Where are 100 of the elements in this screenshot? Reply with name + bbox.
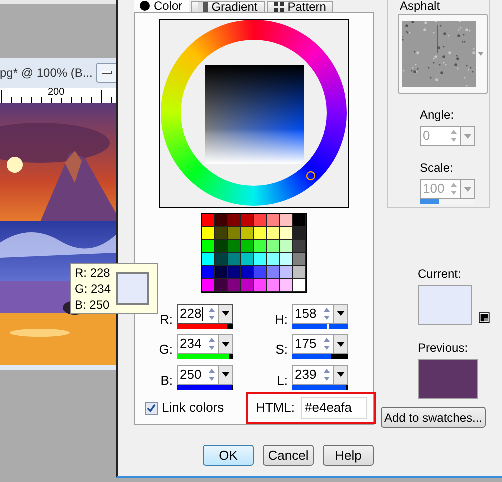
number-field[interactable]: 234 xyxy=(177,334,233,354)
caret-icon xyxy=(336,372,344,377)
color-swatch[interactable] xyxy=(254,214,267,226)
dialog-button[interactable]: Help xyxy=(323,445,374,466)
color-swatch[interactable] xyxy=(254,278,267,292)
saturation-square[interactable] xyxy=(205,65,304,164)
color-swatch[interactable] xyxy=(280,226,293,240)
color-swatch[interactable] xyxy=(241,214,254,226)
field-label: Angle: xyxy=(420,107,456,124)
color-swatch[interactable] xyxy=(202,266,215,278)
color-swatch[interactable] xyxy=(254,226,267,240)
color-slider[interactable] xyxy=(292,324,348,328)
color-swatch[interactable] xyxy=(228,226,241,240)
tooltip-text: B: 250 xyxy=(75,296,111,312)
color-swatch[interactable] xyxy=(241,240,254,252)
window-title: pg* @ 100% (B... xyxy=(0,65,93,82)
color-swatch[interactable] xyxy=(293,226,306,240)
color-swatch[interactable] xyxy=(267,226,280,240)
color-swatch[interactable] xyxy=(215,278,228,292)
color-swatch[interactable] xyxy=(241,278,254,292)
field-label: Current: xyxy=(418,266,462,283)
dropdown-button[interactable] xyxy=(218,366,232,384)
color-swatch[interactable] xyxy=(254,240,267,252)
color-swatch[interactable] xyxy=(267,252,280,266)
color-swatch[interactable] xyxy=(267,214,280,226)
dialog-button[interactable]: Cancel xyxy=(263,445,314,466)
color-swatch[interactable] xyxy=(228,214,241,226)
color-swatch[interactable] xyxy=(215,266,228,278)
caret-icon xyxy=(222,372,230,377)
pattern-dropdown[interactable] xyxy=(398,14,488,94)
tab[interactable]: Pattern xyxy=(266,1,334,12)
color-swatch[interactable] xyxy=(267,266,280,278)
number-field[interactable]: 158 xyxy=(292,304,348,324)
tab[interactable]: Gradient xyxy=(190,1,265,12)
color-swatch[interactable] xyxy=(228,240,241,252)
color-swatch[interactable] xyxy=(202,278,215,292)
color-swatch[interactable] xyxy=(280,240,293,252)
color-swatch[interactable] xyxy=(215,214,228,226)
dropdown-button[interactable] xyxy=(333,335,347,353)
tab[interactable]: Color xyxy=(134,0,189,12)
color-wheel[interactable] xyxy=(159,19,349,208)
add-to-swatches-button[interactable]: Add to swatches... xyxy=(381,407,486,428)
color-swatch[interactable] xyxy=(293,240,306,252)
hex-input-field[interactable]: #e4eafa xyxy=(301,397,367,419)
color-swatch[interactable] xyxy=(215,240,228,252)
color-swatch[interactable] xyxy=(228,252,241,266)
caret-icon xyxy=(336,311,344,316)
color-swatch[interactable] xyxy=(241,226,254,240)
color-swatch[interactable] xyxy=(280,214,293,226)
color-swatch[interactable] xyxy=(228,266,241,278)
checkbox[interactable] xyxy=(145,402,158,414)
number-field[interactable]: 250 xyxy=(177,364,233,384)
minimize-button[interactable] xyxy=(96,63,116,83)
dropdown-button[interactable] xyxy=(333,304,347,322)
color-swatch[interactable] xyxy=(293,266,306,278)
caret-icon xyxy=(222,342,230,346)
caret-icon xyxy=(222,311,230,316)
text-cursor xyxy=(202,306,203,320)
field-label: L: xyxy=(276,372,288,390)
color-swatch[interactable] xyxy=(293,252,306,266)
tooltip-text: R: 228 xyxy=(75,264,112,280)
color-swatch[interactable] xyxy=(267,278,280,292)
dropdown-button[interactable] xyxy=(333,366,347,384)
picker-ring-icon[interactable] xyxy=(306,171,316,181)
color-slider[interactable] xyxy=(292,354,348,359)
number-field[interactable]: 175 xyxy=(292,334,348,354)
dropdown-button[interactable] xyxy=(218,304,232,322)
checkmark-icon xyxy=(147,404,156,412)
checkbox-label[interactable]: Link colors xyxy=(162,398,224,418)
number-field[interactable]: 239 xyxy=(292,364,348,384)
ruler-label: 200 xyxy=(48,88,65,98)
field-label: S: xyxy=(274,341,288,359)
color-swatch[interactable] xyxy=(267,240,280,252)
color-swatch[interactable] xyxy=(228,278,241,292)
field-label: Scale: xyxy=(420,160,454,177)
color-swatch[interactable] xyxy=(215,226,228,240)
pattern-name: Asphalt xyxy=(400,0,440,12)
color-swatch[interactable] xyxy=(202,214,215,226)
dialog-button[interactable]: OK xyxy=(203,445,254,466)
color-swatch[interactable] xyxy=(215,252,228,266)
color-swatch[interactable] xyxy=(280,278,293,292)
color-swatch[interactable] xyxy=(293,214,306,226)
color-swatch[interactable] xyxy=(202,226,215,240)
tab-icon xyxy=(274,2,284,12)
color-swatch[interactable] xyxy=(254,252,267,266)
color-swatch[interactable] xyxy=(280,266,293,278)
field-label: G: xyxy=(159,341,173,359)
number-field[interactable]: 228 xyxy=(177,304,233,324)
slider-thumb[interactable] xyxy=(326,324,329,328)
color-swatch[interactable] xyxy=(202,240,215,252)
color-swatch[interactable] xyxy=(202,252,215,266)
color-swatch[interactable] xyxy=(293,278,306,292)
color-swatch[interactable] xyxy=(241,252,254,266)
dropdown-button[interactable] xyxy=(218,335,232,353)
scale-slider[interactable] xyxy=(420,199,475,204)
field-label: H: xyxy=(274,310,288,328)
grid-icon[interactable] xyxy=(479,312,490,324)
color-swatch[interactable] xyxy=(254,266,267,278)
color-swatch[interactable] xyxy=(280,252,293,266)
color-swatch[interactable] xyxy=(241,266,254,278)
